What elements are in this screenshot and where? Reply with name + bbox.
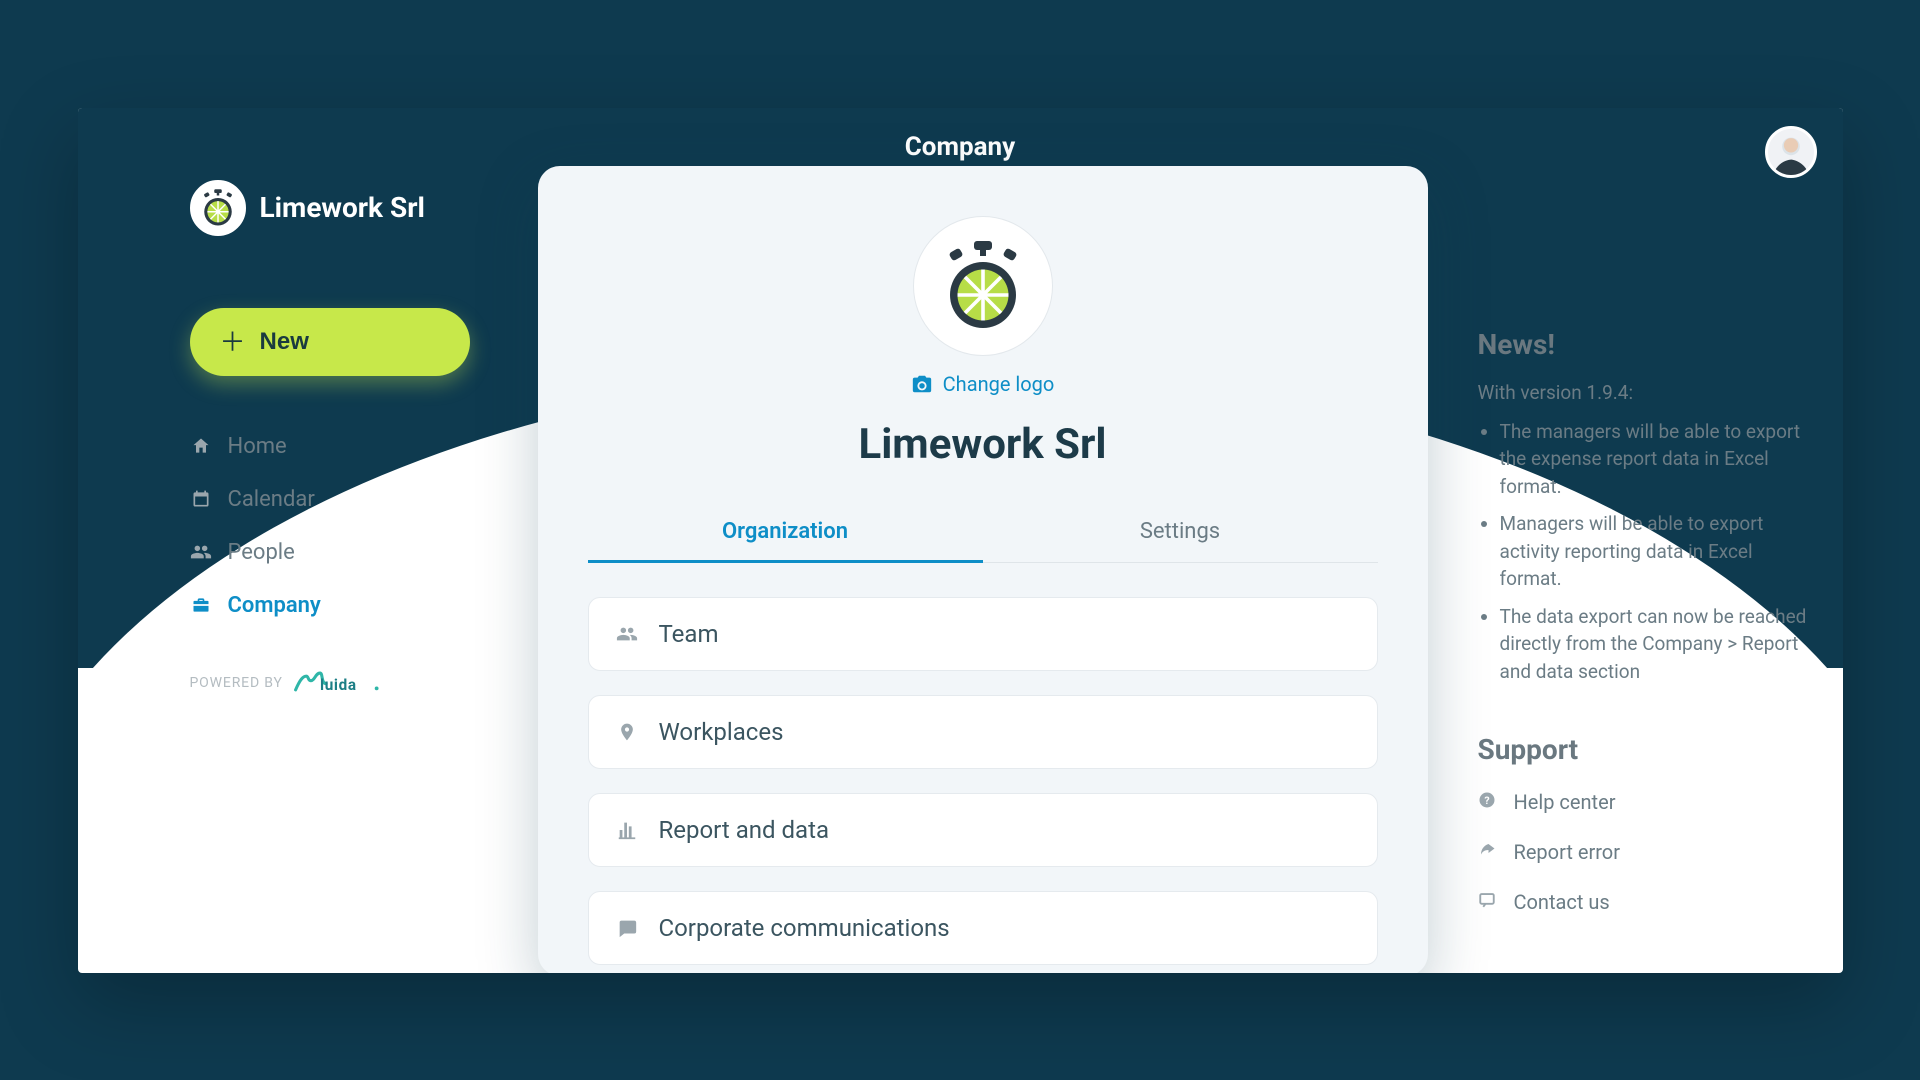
tab-organization[interactable]: Organization [588, 505, 983, 562]
tabs: Organization Settings [588, 505, 1378, 563]
new-button[interactable]: ＋ New [190, 308, 470, 376]
plus-icon: ＋ [220, 329, 246, 355]
change-logo-label: Change logo [943, 372, 1055, 396]
chat-icon [615, 917, 639, 939]
right-column: News! With version 1.9.4: The managers w… [1478, 328, 1808, 941]
fluida-logo-icon: luida [291, 670, 383, 696]
sidebar-item-label: Home [228, 434, 287, 459]
brand: Limework Srl [190, 180, 425, 236]
svg-text:luida: luida [320, 675, 357, 693]
calendar-icon [190, 489, 212, 509]
sidebar: ＋ New Home Calendar People [190, 308, 490, 696]
sidebar-item-label: People [228, 540, 295, 565]
section-team[interactable]: Team [588, 597, 1378, 671]
news-heading: News! [1478, 328, 1808, 361]
change-logo-link[interactable]: Change logo [588, 372, 1378, 396]
news-item: The data export can now be reached direc… [1500, 603, 1808, 686]
powered-by-label: POWERED BY [190, 675, 283, 691]
brand-logo [190, 180, 246, 236]
support-heading: Support [1478, 733, 1808, 766]
sidebar-item-company[interactable]: Company [190, 593, 490, 618]
sidebar-item-calendar[interactable]: Calendar [190, 487, 490, 512]
support-link-label: Contact us [1514, 890, 1610, 914]
tab-settings[interactable]: Settings [983, 505, 1378, 562]
sidebar-item-people[interactable]: People [190, 540, 490, 565]
news-item: Managers will be able to export activity… [1500, 510, 1808, 593]
app-frame: Company [78, 108, 1843, 973]
section-list: Team Workplaces Report and data Corporat… [588, 597, 1378, 965]
bar-chart-icon [615, 819, 639, 841]
avatar-person-icon [1769, 131, 1813, 175]
support-contact-us[interactable]: Contact us [1478, 890, 1808, 914]
company-name: Limework Srl [588, 420, 1378, 469]
section-communications[interactable]: Corporate communications [588, 891, 1378, 965]
news-list: The managers will be able to export the … [1478, 418, 1808, 686]
section-workplaces[interactable]: Workplaces [588, 695, 1378, 769]
support-section: Support ? Help center Report error Conta… [1478, 733, 1808, 914]
avatar[interactable] [1765, 126, 1817, 178]
page-title: Company [78, 132, 1843, 162]
pin-icon [615, 720, 639, 744]
people-icon [190, 541, 212, 563]
section-label: Corporate communications [659, 914, 950, 942]
company-logo [913, 216, 1053, 356]
support-help-center[interactable]: ? Help center [1478, 790, 1808, 814]
support-link-label: Report error [1514, 840, 1620, 864]
share-arrow-icon [1478, 840, 1498, 864]
sidebar-item-home[interactable]: Home [190, 434, 490, 459]
home-icon [190, 436, 212, 456]
svg-text:?: ? [1484, 794, 1489, 807]
briefcase-icon [190, 595, 212, 615]
people-icon [615, 623, 639, 645]
sidebar-item-label: Company [228, 593, 321, 618]
stopwatch-lime-icon [935, 238, 1031, 334]
news-item: The managers will be able to export the … [1500, 418, 1808, 501]
support-link-label: Help center [1514, 790, 1616, 814]
brand-name: Limework Srl [260, 191, 425, 224]
section-report[interactable]: Report and data [588, 793, 1378, 867]
new-button-label: New [260, 328, 309, 356]
section-label: Workplaces [659, 718, 784, 746]
support-report-error[interactable]: Report error [1478, 840, 1808, 864]
sidebar-nav: Home Calendar People Company [190, 434, 490, 618]
help-icon: ? [1478, 790, 1498, 814]
main-card: Change logo Limework Srl Organization Se… [538, 166, 1428, 973]
powered-by: POWERED BY luida [190, 670, 490, 696]
news-intro: With version 1.9.4: [1478, 381, 1808, 404]
sidebar-item-label: Calendar [228, 487, 315, 512]
section-label: Report and data [659, 816, 830, 844]
camera-icon [911, 373, 933, 395]
stopwatch-lime-icon [198, 188, 238, 228]
section-label: Team [659, 620, 719, 648]
message-icon [1478, 890, 1498, 914]
